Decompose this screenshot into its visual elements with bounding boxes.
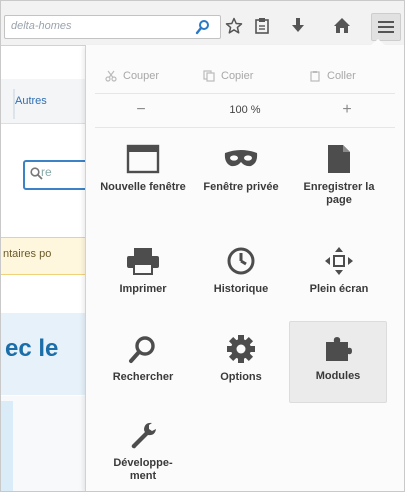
page-icon <box>319 141 359 177</box>
cut-button[interactable]: Couper <box>105 63 159 89</box>
scissors-icon <box>105 70 117 82</box>
fullscreen-icon <box>319 243 359 279</box>
navigation-toolbar: delta-homes <box>1 1 404 46</box>
home-icon[interactable] <box>331 15 353 37</box>
zoom-reset-button[interactable]: 100 % <box>195 97 295 123</box>
panel-arrow <box>370 39 386 46</box>
find-label: Rechercher <box>112 371 174 383</box>
copy-icon <box>203 70 215 82</box>
background-content <box>1 396 91 491</box>
developer-button[interactable]: Développe-ment <box>95 417 191 491</box>
separator <box>95 127 395 128</box>
gear-icon <box>221 331 261 367</box>
addons-button[interactable]: Modules <box>289 321 387 403</box>
download-icon[interactable] <box>287 15 309 37</box>
background-search-text: re <box>41 165 52 179</box>
mask-icon <box>221 141 261 177</box>
new-window-button[interactable]: Nouvelle fenêtre <box>95 141 191 225</box>
save-page-button[interactable]: Enregistrer la page <box>291 141 387 225</box>
addons-label: Modules <box>315 370 361 382</box>
paste-button[interactable]: Coller <box>309 63 356 89</box>
address-bar[interactable]: delta-homes <box>4 15 221 39</box>
printer-icon <box>123 243 163 279</box>
edit-controls: Couper Copier Coller <box>95 63 395 89</box>
copy-label: Copier <box>221 70 254 82</box>
paste-label: Coller <box>327 70 356 82</box>
hamburger-menu-icon[interactable] <box>371 13 401 41</box>
find-button[interactable]: Rechercher <box>95 331 191 415</box>
background-column <box>1 401 13 491</box>
magnifier-icon <box>123 331 163 367</box>
private-window-label: Fenêtre privée <box>203 181 279 193</box>
save-page-label: Enregistrer la page <box>303 181 375 206</box>
clock-icon <box>221 243 261 279</box>
fullscreen-button[interactable]: Plein écran <box>291 243 387 327</box>
history-button[interactable]: Historique <box>193 243 289 327</box>
private-window-button[interactable]: Fenêtre privée <box>193 141 289 225</box>
wrench-icon <box>123 417 163 453</box>
options-label: Options <box>220 371 262 383</box>
puzzle-icon <box>318 330 358 366</box>
zoom-out-button[interactable]: − <box>121 97 161 123</box>
new-window-label: Nouvelle fenêtre <box>100 181 186 193</box>
separator <box>95 93 395 94</box>
zoom-in-button[interactable]: + <box>327 97 367 123</box>
zoom-controls: − 100 % + <box>95 97 395 123</box>
print-button[interactable]: Imprimer <box>95 243 191 327</box>
address-bar-text: delta-homes <box>11 20 72 32</box>
cut-label: Couper <box>123 70 160 82</box>
fullscreen-label: Plein écran <box>309 283 369 295</box>
paste-icon <box>310 71 320 82</box>
window-icon <box>123 141 163 177</box>
search-icon[interactable] <box>195 19 213 35</box>
print-label: Imprimer <box>119 283 167 295</box>
background-heading: ec le <box>5 335 59 362</box>
background-banner-text: ntaires po <box>3 248 52 260</box>
developer-label: Développe-ment <box>113 457 173 482</box>
background-tab-label[interactable]: Autres <box>15 95 47 107</box>
browser-window: delta-homes Autres re ntaires po ec le C… <box>0 0 405 492</box>
clipboard-icon[interactable] <box>251 15 273 37</box>
history-label: Historique <box>213 283 269 295</box>
options-button[interactable]: Options <box>193 331 289 415</box>
star-icon[interactable] <box>223 15 245 37</box>
copy-button[interactable]: Copier <box>203 63 253 89</box>
